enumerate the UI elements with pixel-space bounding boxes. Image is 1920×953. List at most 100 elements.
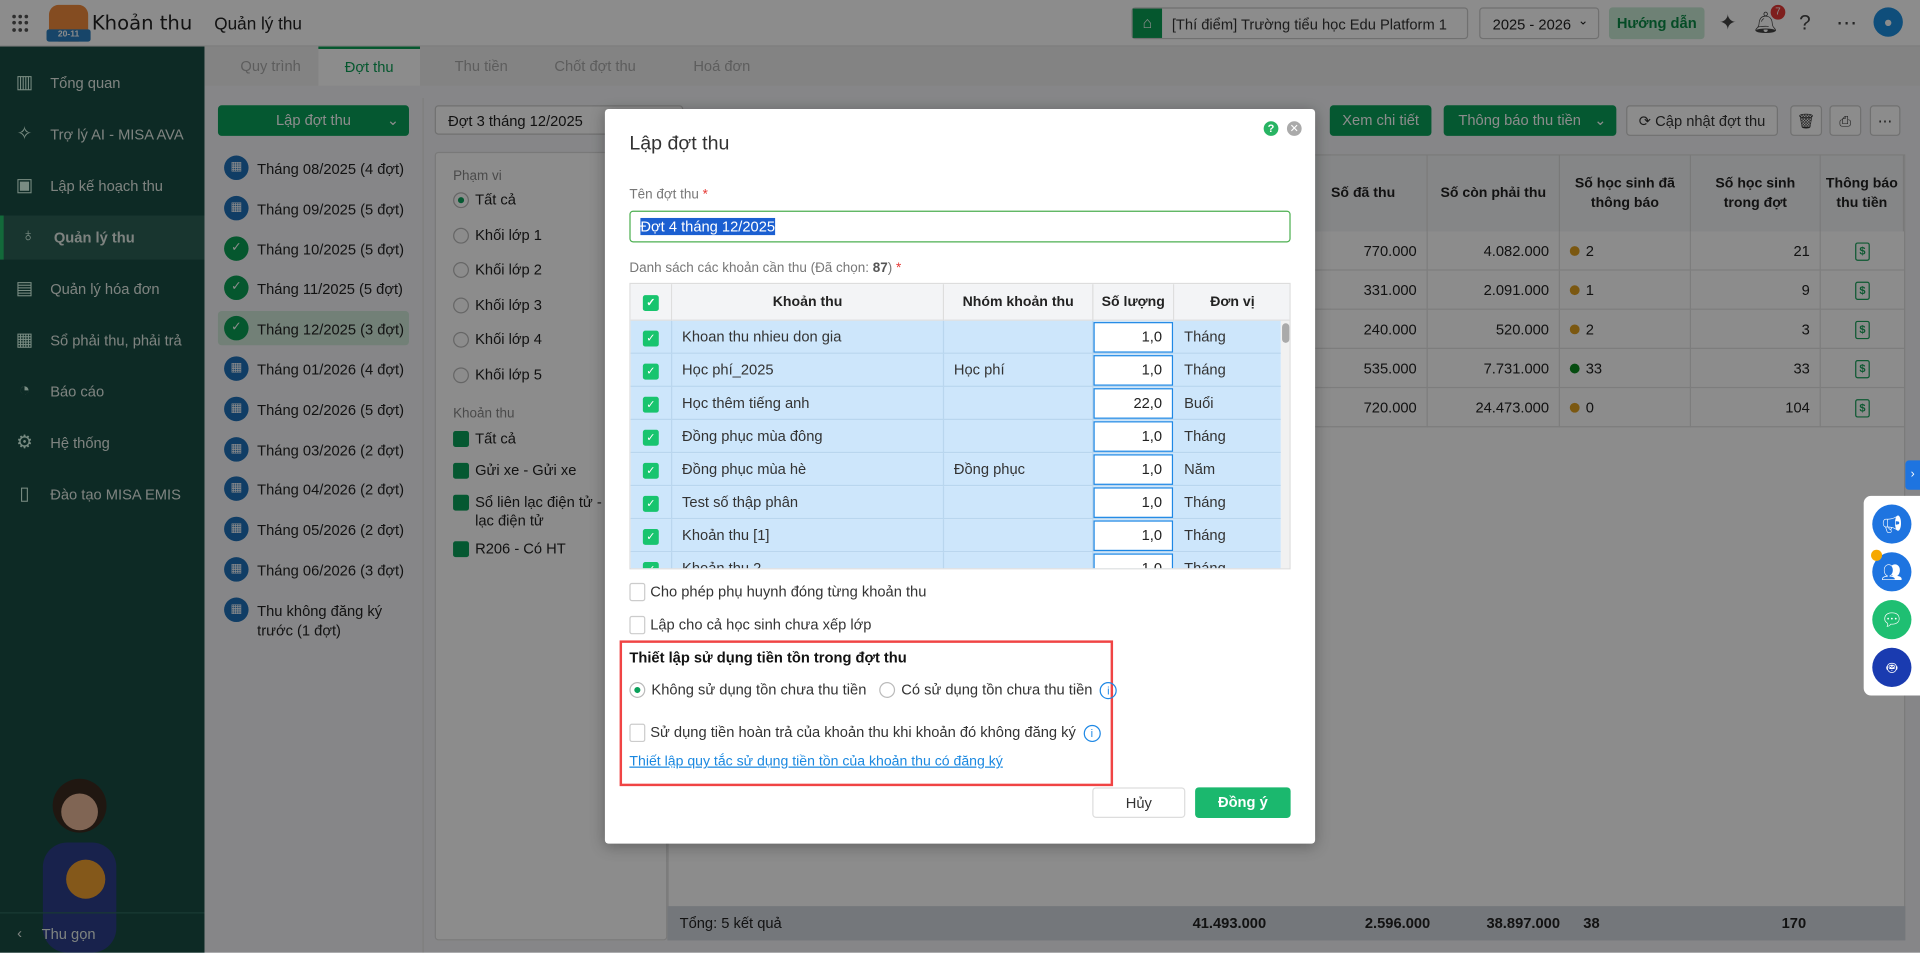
selected-count: 87: [872, 260, 888, 276]
fee-group: [944, 420, 1094, 454]
fee-unit: Tháng: [1184, 526, 1226, 544]
radio-no-balance-circle[interactable]: [629, 682, 646, 699]
radio-use-balance[interactable]: Có sử dụng tồn chưa thu tiền i: [879, 681, 1117, 699]
radio-use-balance-label: Có sử dụng tồn chưa thu tiền: [901, 680, 1093, 698]
fee-row-check: ✓: [631, 453, 673, 487]
fee-row-check: ✓: [631, 353, 673, 387]
row-checkbox[interactable]: ✓: [642, 462, 659, 479]
close-icon[interactable]: ✕: [1286, 121, 1302, 136]
fee-name: Đồng phục mùa hè: [672, 453, 945, 487]
quantity-input[interactable]: 1,0: [1093, 553, 1174, 569]
col-header-fee: Khoản thu: [672, 284, 945, 321]
fee-group: [944, 320, 1094, 354]
fee-row-check: ✓: [631, 519, 673, 553]
cancel-button[interactable]: Hủy: [1092, 787, 1186, 818]
fee-row[interactable]: ✓ Đồng phục mùa hè Đồng phục 1,0 Năm: [630, 453, 1281, 487]
fee-list-label-end: ): [887, 260, 893, 276]
info-icon[interactable]: i: [1083, 724, 1101, 742]
fee-table-scrollbar[interactable]: [1280, 320, 1290, 569]
row-checkbox[interactable]: ✓: [642, 495, 659, 512]
radio-no-balance[interactable]: Không sử dụng tồn chưa thu tiền: [629, 681, 866, 699]
fee-group: Học phí: [944, 353, 1094, 387]
quantity-input[interactable]: 1,0: [1093, 355, 1174, 386]
fee-group: [944, 486, 1094, 520]
fee-unit: Buổi: [1184, 394, 1214, 412]
quantity-input[interactable]: 1,0: [1093, 487, 1174, 518]
name-label-text: Tên đợt thu: [629, 187, 699, 203]
row-checkbox[interactable]: ✓: [642, 363, 659, 380]
fee-name: Đồng phục mùa đông: [672, 420, 945, 454]
fee-group: Đồng phục: [944, 453, 1094, 487]
include-unassigned-option[interactable]: Lập cho cả học sinh chưa xếp lớp: [629, 616, 871, 635]
name-label: Tên đợt thu *: [629, 187, 707, 202]
allow-partial-checkbox[interactable]: [629, 583, 646, 602]
fee-row[interactable]: ✓ Khoan thu nhieu don gia 1,0 Tháng: [630, 320, 1281, 354]
chatbot-icon[interactable]: 🤖︎: [1872, 647, 1912, 687]
batch-name-value: Đợt 4 tháng 12/2025: [640, 217, 776, 236]
megaphone-icon[interactable]: 📢︎: [1872, 504, 1912, 544]
confirm-button[interactable]: Đồng ý: [1195, 787, 1291, 818]
row-checkbox[interactable]: ✓: [642, 330, 659, 347]
include-unassigned-label: Lập cho cả học sinh chưa xếp lớp: [650, 615, 872, 634]
radio-use-balance-circle[interactable]: [879, 682, 896, 699]
row-checkbox[interactable]: ✓: [642, 396, 659, 413]
quantity-input[interactable]: 22,0: [1093, 388, 1174, 419]
floating-tools: 📢︎ 👥︎ 💬︎ 🤖︎: [1863, 495, 1920, 696]
include-unassigned-checkbox[interactable]: [629, 616, 646, 635]
fee-group: [944, 519, 1094, 553]
row-checkbox[interactable]: ✓: [642, 528, 659, 545]
expand-panel-button[interactable]: ›: [1905, 460, 1920, 490]
use-refund-checkbox[interactable]: [629, 724, 646, 743]
fee-list-label: Danh sách các khoản cần thu (Đã chọn: 87…: [629, 260, 902, 276]
quantity-input[interactable]: 1,0: [1093, 454, 1174, 485]
use-refund-option[interactable]: Sử dụng tiền hoàn trả của khoản thu khi …: [629, 723, 1101, 743]
col-header-qty: Số lượng: [1093, 284, 1175, 321]
fee-row[interactable]: ✓ Đồng phục mùa đông 1,0 Tháng: [630, 420, 1281, 454]
radio-no-balance-label: Không sử dụng tồn chưa thu tiền: [651, 680, 867, 698]
allow-partial-label: Cho phép phụ huynh đóng từng khoản thu: [650, 582, 927, 601]
fee-unit: Năm: [1184, 460, 1216, 478]
fee-row-check: ✓: [631, 552, 673, 569]
required-mark: *: [702, 187, 708, 203]
col-header-group: Nhóm khoản thu: [944, 284, 1094, 321]
balance-heading: Thiết lập sử dụng tiền tồn trong đợt thu: [629, 648, 907, 667]
fee-group: [944, 552, 1094, 569]
fee-name: Khoan thu nhieu don gia: [672, 320, 945, 354]
fee-unit: Tháng: [1184, 427, 1226, 445]
allow-partial-option[interactable]: Cho phép phụ huynh đóng từng khoản thu: [629, 583, 926, 602]
fee-row-check: ✓: [631, 486, 673, 520]
fee-row[interactable]: ✓ Học thêm tiếng anh 22,0 Buổi: [630, 386, 1281, 421]
fee-name: Khoản thu 2: [672, 552, 945, 569]
help-icon[interactable]: ?: [1263, 121, 1279, 136]
info-icon[interactable]: i: [1099, 681, 1117, 699]
use-refund-label: Sử dụng tiền hoàn trả của khoản thu khi …: [650, 723, 1076, 741]
fee-row[interactable]: ✓ Khoản thu 2 1,0 Tháng: [630, 552, 1281, 570]
fee-unit: Tháng: [1184, 493, 1226, 511]
balance-rule-link[interactable]: Thiết lập quy tắc sử dụng tiền tồn của k…: [629, 754, 1002, 769]
fee-row-check: ✓: [631, 420, 673, 454]
fee-row[interactable]: ✓ Test số thập phân 1,0 Tháng: [630, 486, 1281, 520]
quantity-input[interactable]: 1,0: [1093, 322, 1174, 353]
select-all-checkbox[interactable]: ✓: [642, 295, 659, 312]
fee-unit: Tháng: [1184, 328, 1226, 346]
fee-name: Học phí_2025: [672, 353, 945, 387]
row-checkbox[interactable]: ✓: [642, 429, 659, 446]
col-header-unit: Đơn vị: [1174, 284, 1290, 321]
quantity-input[interactable]: 1,0: [1093, 421, 1174, 452]
row-checkbox[interactable]: ✓: [642, 562, 659, 569]
fee-name: Test số thập phân: [672, 486, 945, 520]
fee-row-check: ✓: [631, 386, 673, 421]
fee-row[interactable]: ✓ Học phí_2025 Học phí 1,0 Tháng: [630, 353, 1281, 387]
fee-unit: Tháng: [1184, 559, 1226, 570]
chat-icon[interactable]: 💬︎: [1872, 600, 1912, 640]
fee-name: Học thêm tiếng anh: [672, 386, 945, 421]
batch-name-input[interactable]: Đợt 4 tháng 12/2025: [629, 210, 1291, 243]
fee-table: ✓ Khoản thu Nhóm khoản thu Số lượng Đơn …: [629, 282, 1291, 570]
fee-row-check: ✓: [631, 320, 673, 354]
quantity-input[interactable]: 1,0: [1093, 520, 1174, 552]
select-all-header: ✓: [630, 284, 673, 321]
fee-name: Khoản thu [1]: [672, 519, 945, 553]
fee-row[interactable]: ✓ Khoản thu [1] 1,0 Tháng: [630, 519, 1281, 553]
fee-list-label-text: Danh sách các khoản cần thu (Đã chọn:: [629, 260, 873, 276]
notification-dot: [1871, 549, 1883, 561]
